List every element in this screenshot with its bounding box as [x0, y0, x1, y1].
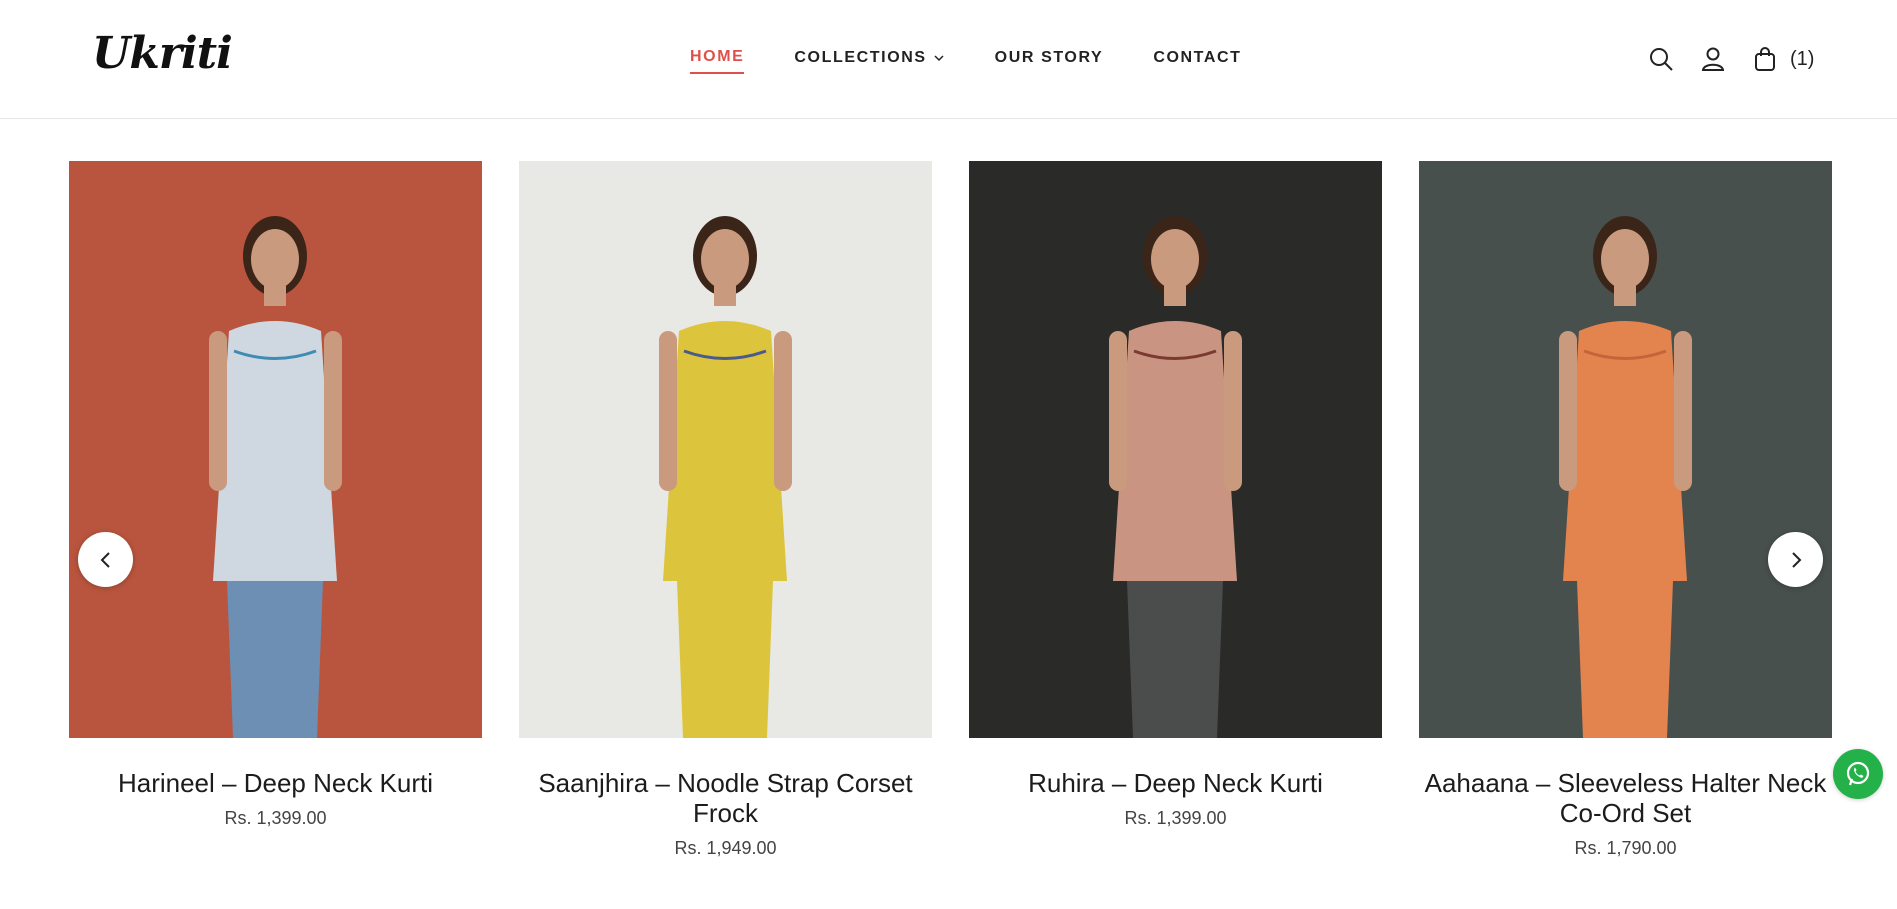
product-card[interactable]: Saanjhira – Noodle Strap Corset Frock Rs…	[519, 161, 932, 859]
product-card[interactable]: Ruhira – Deep Neck Kurti Rs. 1,399.00	[969, 161, 1382, 829]
header-icons: (1)	[1646, 44, 1814, 74]
model-photo	[1419, 161, 1832, 738]
model-photo	[69, 161, 482, 738]
search-icon[interactable]	[1646, 44, 1676, 74]
cart-count[interactable]: (1)	[1790, 48, 1814, 71]
product-image[interactable]	[969, 161, 1382, 738]
product-price: Rs. 1,399.00	[224, 808, 327, 828]
product-image[interactable]	[1419, 161, 1832, 738]
chevron-right-icon	[1791, 551, 1801, 568]
whatsapp-icon	[1846, 761, 1870, 786]
nav-home[interactable]: HOME	[690, 48, 745, 74]
carousel-prev-button[interactable]	[78, 532, 133, 587]
product-card[interactable]: Harineel – Deep Neck Kurti Rs. 1,399.00	[69, 161, 482, 829]
main-nav: HOME COLLECTIONS OUR STORY CONTACT	[690, 48, 1242, 74]
bag-icon[interactable]	[1750, 44, 1780, 74]
nav-contact-label: CONTACT	[1153, 49, 1242, 66]
nav-our-story[interactable]: OUR STORY	[995, 48, 1104, 74]
chevron-down-icon	[934, 55, 944, 62]
nav-collections[interactable]: COLLECTIONS	[794, 48, 944, 74]
product-image[interactable]	[69, 161, 482, 738]
nav-our-story-label: OUR STORY	[994, 49, 1104, 66]
whatsapp-button[interactable]	[1833, 749, 1883, 799]
nav-home-label: HOME	[690, 48, 745, 65]
user-icon[interactable]	[1698, 44, 1728, 74]
carousel-next-button[interactable]	[1768, 532, 1823, 587]
model-photo	[519, 161, 932, 738]
nav-contact[interactable]: CONTACT	[1153, 48, 1241, 74]
product-title[interactable]: Harineel – Deep Neck Kurti	[69, 768, 482, 798]
product-title[interactable]: Saanjhira – Noodle Strap Corset Frock	[519, 768, 932, 828]
nav-collections-label: COLLECTIONS	[794, 49, 927, 66]
site-header: Ukriti HOME COLLECTIONS OUR STORY CONTAC…	[0, 0, 1897, 119]
product-card[interactable]: Aahaana – Sleeveless Halter Neck Co-Ord …	[1419, 161, 1832, 859]
product-price: Rs. 1,399.00	[1124, 808, 1227, 828]
product-price: Rs. 1,790.00	[1574, 838, 1677, 858]
logo[interactable]: Ukriti	[92, 28, 233, 79]
model-photo	[969, 161, 1382, 738]
product-title[interactable]: Aahaana – Sleeveless Halter Neck Co-Ord …	[1419, 768, 1832, 828]
product-title[interactable]: Ruhira – Deep Neck Kurti	[969, 768, 1382, 798]
product-image[interactable]	[519, 161, 932, 738]
chevron-left-icon	[100, 551, 110, 568]
product-price: Rs. 1,949.00	[674, 838, 777, 858]
